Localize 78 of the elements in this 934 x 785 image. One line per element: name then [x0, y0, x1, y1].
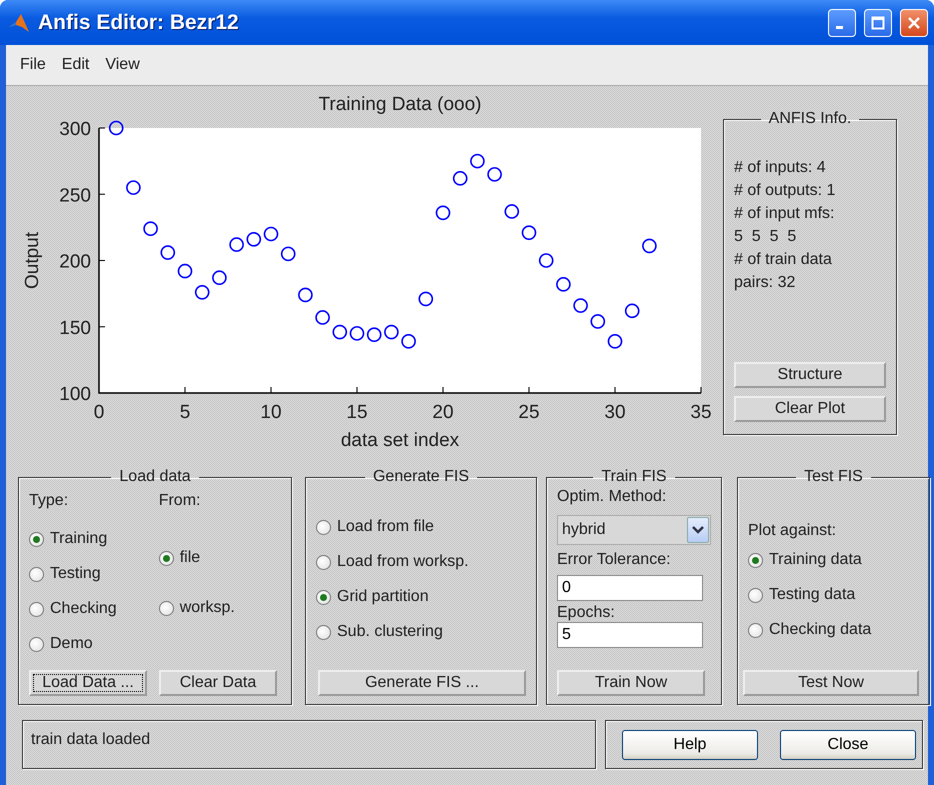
radio-button[interactable] [29, 636, 44, 652]
radio-button[interactable] [29, 532, 44, 546]
peak-icon [8, 12, 30, 34]
field-label: Optim. Method: [557, 488, 668, 506]
radio-label: Grid partition [337, 588, 429, 606]
panel-title: Test FIS [803, 468, 864, 486]
window-title: Anfis Editor: Bezr12 [38, 10, 240, 34]
radio-label: Sub. clustering [337, 623, 443, 641]
menu-item[interactable]: View [99, 54, 146, 76]
radio-label: worksp. [180, 599, 235, 617]
radio-label: file [180, 549, 200, 567]
x-tick-label: 25 [518, 402, 540, 423]
x-tick-label: 15 [346, 402, 368, 423]
generate-button[interactable]: Generate FIS ... [318, 670, 526, 696]
maximize-button[interactable] [864, 8, 892, 36]
x-tick-label: 10 [260, 402, 282, 423]
radio-button[interactable] [29, 602, 44, 616]
x-tick-label: 20 [432, 402, 454, 423]
y-tick-label: 300 [59, 119, 91, 140]
x-tick-label: 0 [94, 402, 104, 423]
epochs-field[interactable]: 5 [557, 622, 703, 648]
maximize-icon [870, 14, 886, 30]
radio-button[interactable] [316, 520, 331, 534]
radio-button[interactable] [29, 566, 44, 582]
x-axis-label: data set index [340, 430, 460, 451]
clear-button[interactable]: Clear Data [159, 670, 277, 696]
radio-label: Training data [769, 551, 862, 569]
radio-button[interactable] [748, 552, 763, 568]
radio-button[interactable] [316, 590, 331, 604]
tolerance-field[interactable]: 0 [557, 575, 703, 601]
field-label: Plot against: [748, 522, 838, 540]
close-icon [906, 14, 922, 30]
x-tick-label: 35 [690, 402, 712, 423]
y-axis-label: Output [22, 232, 43, 290]
panel-title: Generate FIS [372, 468, 470, 486]
field-label: Epochs: [557, 604, 616, 622]
radio-button[interactable] [748, 622, 763, 638]
field-label: Type: [29, 492, 70, 510]
radio-label: Load from worksp. [337, 553, 469, 571]
y-tick-label: 150 [59, 318, 91, 339]
panel-button[interactable]: Clear Plot [734, 396, 886, 422]
radio-label: Testing [50, 565, 101, 583]
x-tick-label: 5 [180, 402, 190, 423]
dialog-button[interactable]: Close [780, 730, 916, 760]
panel-title: ANFIS Info. [768, 110, 852, 128]
radio-button[interactable] [316, 554, 331, 570]
y-tick-label: 250 [59, 185, 91, 206]
minimize-button[interactable] [828, 8, 856, 36]
status-message: train data loaded [22, 720, 596, 769]
x-tick-label: 30 [604, 402, 626, 423]
menu-item[interactable]: File [14, 54, 52, 76]
method-dropdown[interactable]: hybrid [557, 515, 711, 545]
radio-button[interactable] [748, 588, 763, 602]
y-tick-label: 100 [59, 384, 91, 405]
field-label: Error Tolerance: [557, 551, 672, 569]
field-label: From: [158, 492, 202, 510]
info-text: # of inputs: 4 # of outputs: 1 # of input mfs: 5 5 5 5 # of train data pairs: 32 [734, 158, 836, 293]
radio-label: Load from file [337, 518, 434, 536]
panel-button[interactable]: Structure [734, 362, 886, 388]
close-button[interactable] [900, 8, 928, 36]
radio-button[interactable] [158, 600, 174, 616]
train-button[interactable]: Train Now [557, 670, 705, 696]
radio-button[interactable] [158, 550, 174, 566]
dialog-button[interactable]: Help [622, 730, 758, 760]
chart-title: Training Data (ooo) [318, 94, 482, 115]
radio-label: Checking [50, 600, 117, 618]
radio-button[interactable] [316, 624, 331, 640]
menu-item[interactable]: Edit [56, 54, 96, 76]
y-tick-label: 200 [59, 252, 91, 272]
panel-title: Load data [118, 468, 192, 486]
panel-title: Train FIS [600, 468, 668, 486]
radio-label: Training [50, 530, 108, 548]
load-button[interactable]: Load Data ... [29, 670, 147, 696]
radio-label: Checking data [769, 621, 872, 639]
test-button[interactable]: Test Now [743, 670, 919, 696]
radio-label: Demo [50, 635, 93, 653]
radio-label: Testing data [769, 586, 856, 604]
minimize-icon [836, 26, 842, 29]
